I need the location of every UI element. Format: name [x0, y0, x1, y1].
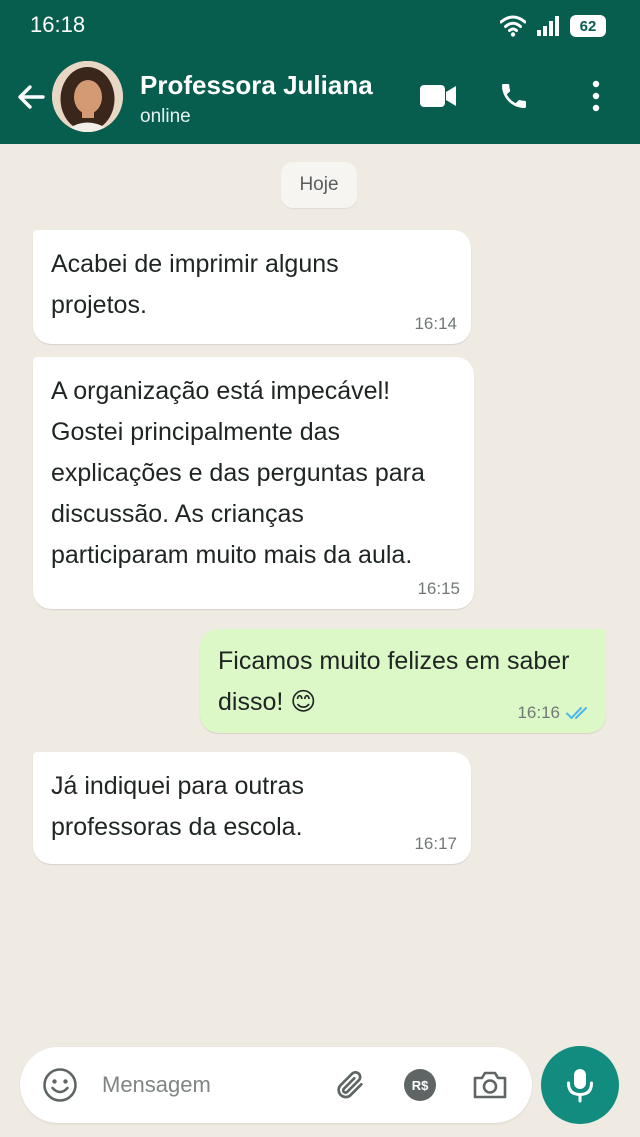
message-line: Já indiquei para outras	[51, 772, 304, 800]
payment-icon: R$	[404, 1069, 436, 1101]
message-bubble-incoming[interactable]: A organização está impecável! Gostei pri…	[33, 357, 474, 609]
status-bar: 16:18 62	[0, 0, 640, 52]
message-timestamp: 16:14	[414, 314, 457, 333]
message-timestamp: 16:17	[414, 834, 457, 853]
message-line: Ficamos muito felizes em saber	[218, 647, 570, 675]
voice-call-button[interactable]	[492, 74, 536, 118]
message-bubble-incoming[interactable]: Já indiquei para outras professoras da e…	[33, 752, 471, 864]
avatar[interactable]	[52, 61, 123, 132]
message-timestamp: 16:15	[417, 579, 460, 598]
video-camera-icon	[420, 85, 456, 107]
back-arrow-icon	[18, 85, 45, 109]
signal-icon	[537, 16, 559, 36]
message-time: 16:14	[414, 314, 457, 334]
message-time: 16:15	[417, 579, 460, 599]
message-line: discussão. As crianças	[51, 500, 304, 528]
message-line: participaram muito mais da aula.	[51, 541, 413, 569]
payment-button[interactable]: R$	[400, 1065, 440, 1105]
message-text: Acabei de imprimir alguns projetos.	[51, 244, 339, 326]
date-separator: Hoje	[281, 162, 357, 208]
contact-status: online	[140, 106, 191, 127]
message-line: A organização está impecável!	[51, 377, 391, 405]
emoji-icon	[43, 1068, 77, 1102]
message-timestamp: 16:16	[517, 703, 560, 722]
message-line: professoras da escola.	[51, 813, 303, 841]
message-line: explicações e das perguntas para	[51, 459, 425, 487]
chat-header: 16:18 62 Professora Juliana online	[0, 0, 640, 144]
paperclip-icon	[337, 1070, 363, 1099]
status-icons: 62	[500, 12, 606, 40]
phone-icon	[502, 84, 526, 108]
microphone-icon	[567, 1069, 593, 1103]
message-input[interactable]	[102, 1065, 322, 1105]
status-time: 16:18	[30, 12, 86, 37]
message-line: projetos.	[51, 291, 147, 319]
avatar-photo	[52, 61, 123, 132]
more-vertical-icon	[592, 80, 600, 112]
message-line: Gostei principalmente das	[51, 418, 341, 446]
contact-name[interactable]: Professora Juliana	[140, 70, 373, 101]
camera-icon	[473, 1071, 507, 1099]
message-line: Acabei de imprimir alguns	[51, 250, 339, 278]
chat-area[interactable]: Hoje Acabei de imprimir alguns projetos.…	[0, 144, 640, 1024]
battery-indicator: 62	[570, 15, 606, 37]
back-button[interactable]	[12, 78, 50, 116]
voice-message-button[interactable]	[541, 1046, 619, 1124]
message-time: 16:17	[414, 834, 457, 854]
more-options-button[interactable]	[574, 74, 618, 118]
message-bubble-incoming[interactable]: Acabei de imprimir alguns projetos. 16:1…	[33, 230, 471, 344]
message-text: A organização está impecável! Gostei pri…	[51, 371, 425, 576]
video-call-button[interactable]	[416, 74, 460, 118]
attach-button[interactable]	[330, 1065, 370, 1105]
message-text: Já indiquei para outras professoras da e…	[51, 766, 304, 848]
wifi-icon	[500, 15, 526, 37]
message-composer: R$	[20, 1047, 532, 1123]
emoji-button[interactable]	[40, 1065, 80, 1105]
read-receipt-icon	[566, 707, 587, 719]
message-bubble-outgoing[interactable]: Ficamos muito felizes em saber disso! 😊 …	[200, 629, 606, 733]
payment-label: R$	[411, 1077, 429, 1093]
camera-button[interactable]	[470, 1065, 510, 1105]
message-time: 16:16	[517, 703, 592, 723]
